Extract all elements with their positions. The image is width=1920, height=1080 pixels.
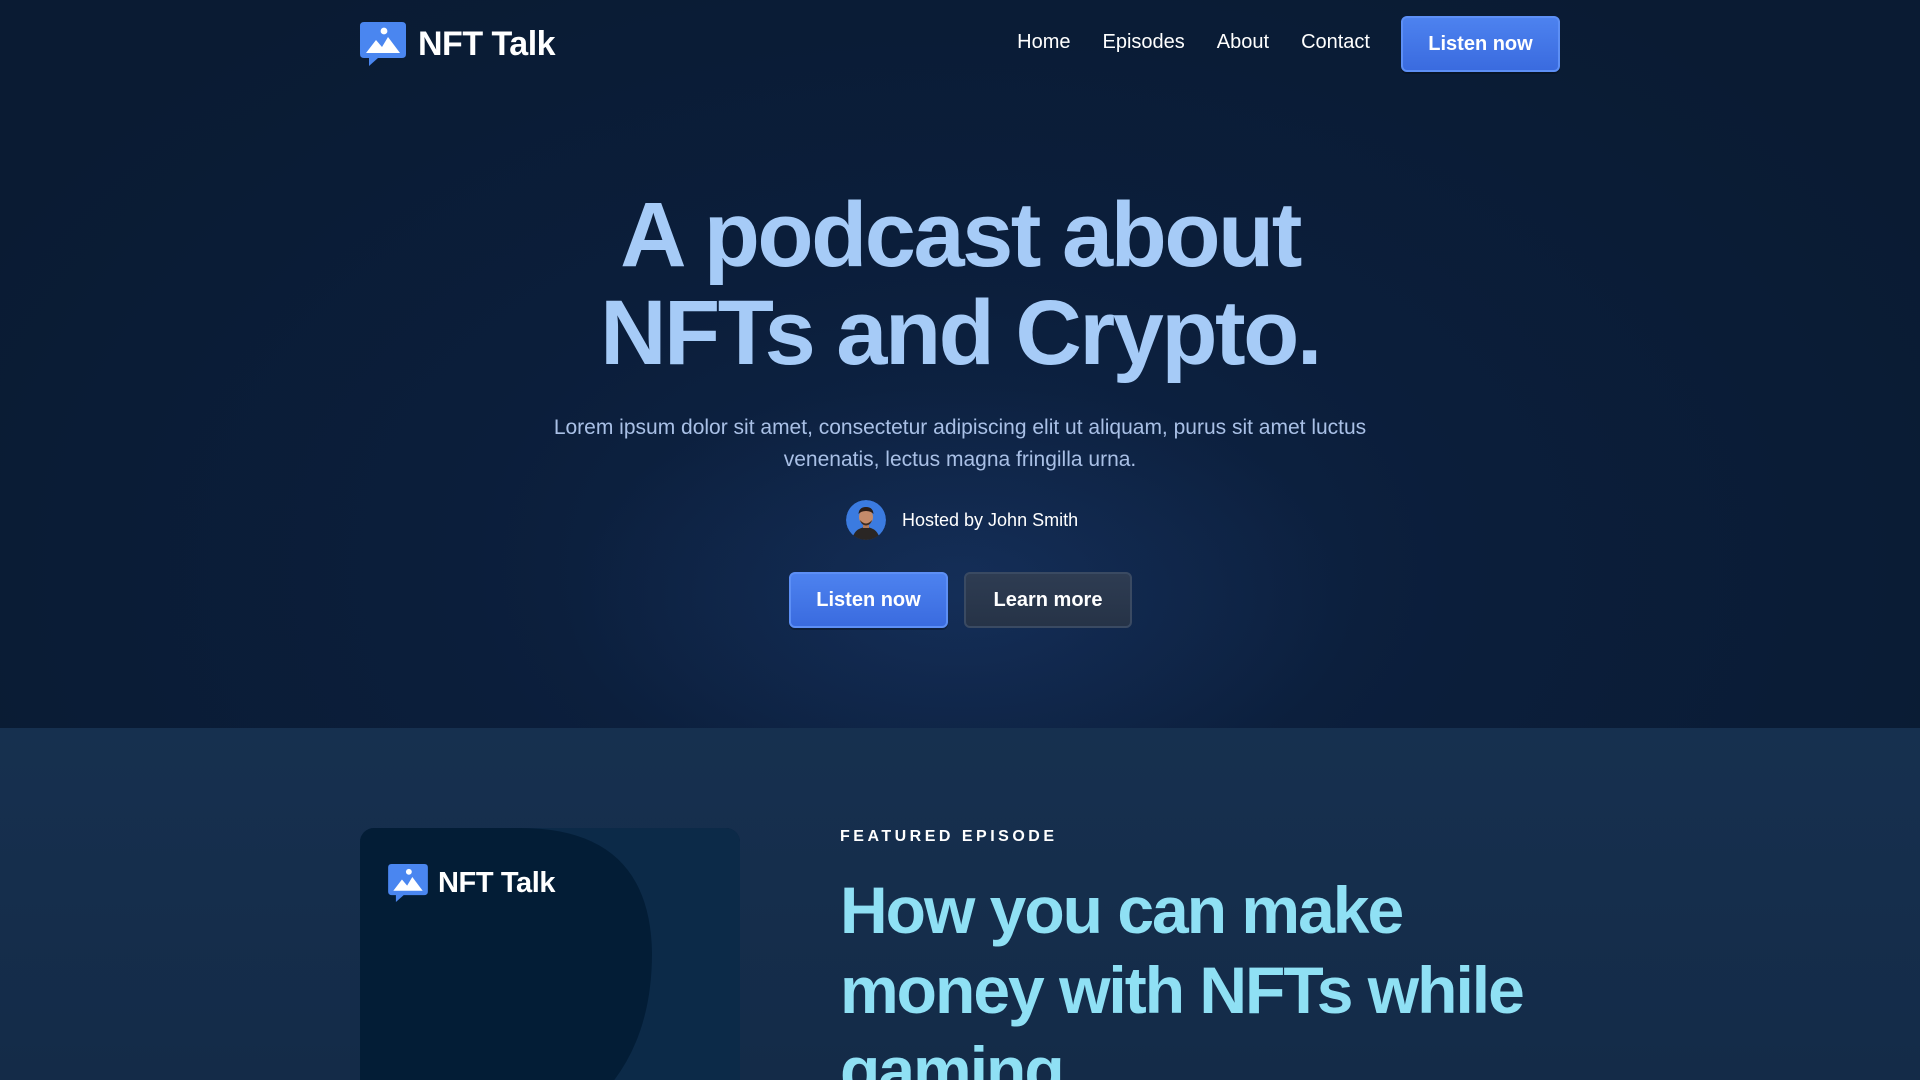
featured-episode-section: NFT Talk FEATURED EPISODE How you can ma… (0, 728, 1920, 1080)
top-nav: NFT Talk Home Episodes About Contact Lis… (360, 16, 1560, 72)
chat-image-icon (388, 864, 428, 902)
headline-line-2: NFTs and Crypto. (600, 282, 1322, 384)
host-name: Hosted by John Smith (902, 509, 1079, 530)
hero-subtitle: Lorem ipsum dolor sit amet, consectetur … (553, 416, 1367, 471)
chat-image-icon (360, 22, 406, 66)
nav-home[interactable]: Home (1017, 31, 1070, 54)
nav-links: Home Episodes About Contact (985, 31, 1370, 54)
hero-actions: Listen now Learn more (789, 572, 1132, 628)
site-logo[interactable]: NFT Talk (360, 22, 556, 66)
listen-now-button[interactable]: Listen now (789, 572, 948, 628)
brand-name: NFT Talk (418, 24, 556, 63)
headline-line-1: A podcast about (620, 184, 1302, 286)
hero-section: NFT Talk Home Episodes About Contact Lis… (0, 0, 1920, 728)
cover-logo: NFT Talk (388, 864, 556, 902)
host-info: Hosted by John Smith (846, 500, 1078, 540)
featured-eyebrow: FEATURED EPISODE (840, 828, 1058, 845)
hero-headline: A podcast about NFTs and Crypto. (0, 186, 1920, 382)
featured-episode-title[interactable]: How you can make money with NFTs while g… (840, 870, 1580, 1080)
host-avatar (846, 500, 886, 540)
episode-cover[interactable]: NFT Talk (360, 828, 740, 1080)
nav-episodes[interactable]: Episodes (1103, 31, 1185, 54)
learn-more-button[interactable]: Learn more (964, 572, 1132, 628)
header-listen-now-button[interactable]: Listen now (1401, 16, 1560, 72)
nav-contact[interactable]: Contact (1301, 31, 1370, 54)
nav-about[interactable]: About (1217, 31, 1269, 54)
cover-brand-name: NFT Talk (438, 866, 556, 899)
